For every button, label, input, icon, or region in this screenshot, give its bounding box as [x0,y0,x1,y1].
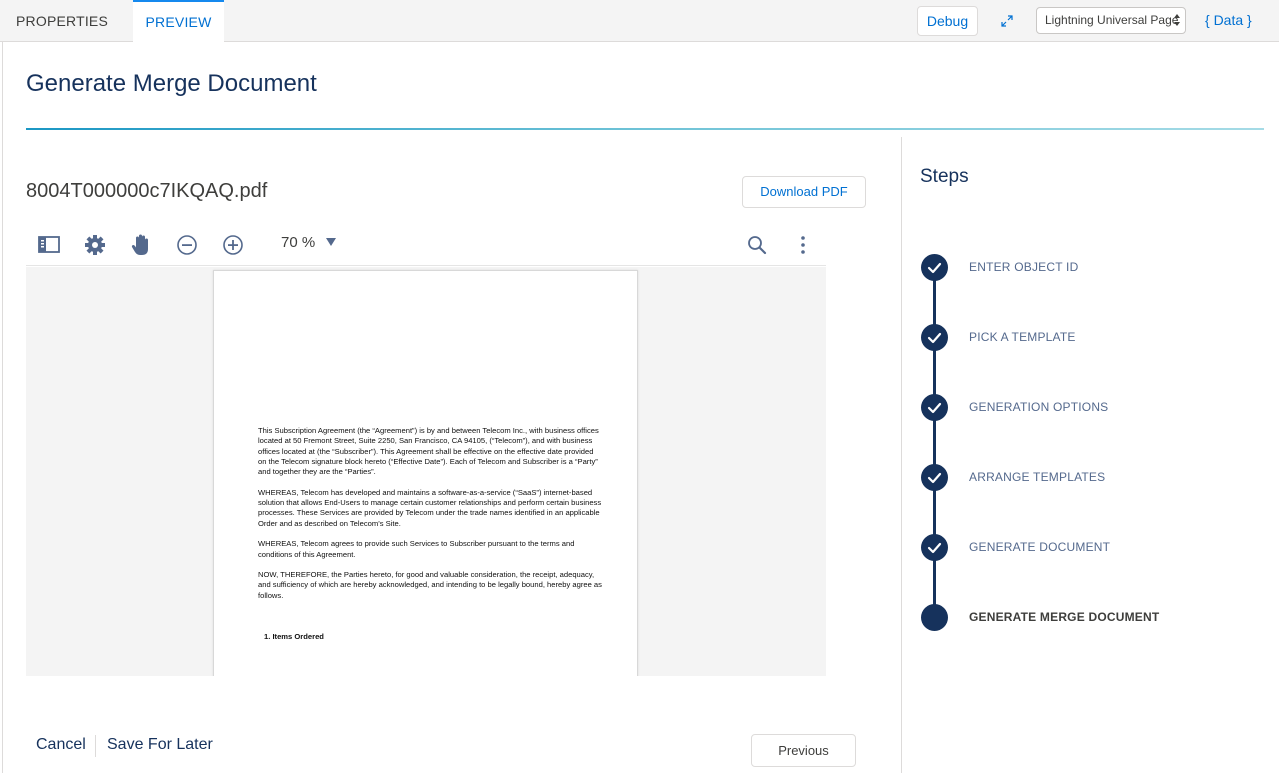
search-icon[interactable] [744,232,770,258]
more-options-icon[interactable] [790,232,816,258]
footer-separator [95,735,96,757]
download-pdf-button[interactable]: Download PDF [742,176,866,208]
step-generate-merge-document[interactable]: GENERATE MERGE DOCUMENT [921,604,1261,632]
check-icon [921,534,948,561]
previous-button[interactable]: Previous [751,734,856,767]
current-step-icon [921,604,948,631]
sidebar-toggle-icon[interactable] [36,232,62,258]
cancel-link[interactable]: Cancel [36,736,86,754]
pdf-paragraph: WHEREAS, Telecom has developed and maint… [258,487,602,528]
tab-preview[interactable]: PREVIEW [133,0,224,43]
pdf-viewer[interactable]: This Subscription Agreement (the “Agreem… [26,267,826,676]
pdf-paragraph: This Subscription Agreement (the “Agreem… [258,426,599,477]
step-label: PICK A TEMPLATE [969,330,1076,344]
step-label: GENERATE MERGE DOCUMENT [969,610,1160,624]
gear-icon[interactable] [82,232,108,258]
pdf-paragraph: WHEREAS, Telecom agrees to provide such … [258,539,575,559]
expand-icon[interactable] [998,12,1016,30]
pdf-section-heading: 1. Items Ordered [264,632,324,641]
steps-progress-line [933,266,936,618]
step-label: GENERATE DOCUMENT [969,540,1111,554]
data-link[interactable]: { Data } [1205,12,1252,28]
builder-topbar: PROPERTIES PREVIEW Debug Lightning Unive… [0,0,1279,43]
title-divider [26,128,1264,130]
step-pick-a-template[interactable]: PICK A TEMPLATE [921,324,1261,352]
document-filename: 8004T000000c7IKQAQ.pdf [26,180,268,202]
check-icon [921,254,948,281]
pdf-page: This Subscription Agreement (the “Agreem… [213,270,638,676]
chevron-down-icon[interactable] [325,237,337,247]
step-generate-document[interactable]: GENERATE DOCUMENT [921,534,1261,562]
steps-title: Steps [920,166,969,187]
pdf-paragraph: NOW, THEREFORE, the Parties hereto, for … [258,570,602,600]
page-type-select-value: Lightning Universal Page [1045,13,1179,27]
zoom-level[interactable]: 70 % [281,234,315,251]
zoom-in-icon[interactable] [220,232,246,258]
page-type-select[interactable]: Lightning Universal Page [1036,7,1186,34]
step-label: ARRANGE TEMPLATES [969,470,1106,484]
step-arrange-templates[interactable]: ARRANGE TEMPLATES [921,464,1261,492]
zoom-out-icon[interactable] [174,232,200,258]
step-enter-object-id[interactable]: ENTER OBJECT ID [921,254,1261,282]
step-label: ENTER OBJECT ID [969,260,1079,274]
check-icon [921,324,948,351]
step-generation-options[interactable]: GENERATION OPTIONS [921,394,1261,422]
save-for-later-link[interactable]: Save For Later [107,736,213,754]
check-icon [921,394,948,421]
select-arrows-icon [1174,14,1180,26]
steps-divider [901,137,902,773]
tab-properties[interactable]: PROPERTIES [16,0,108,42]
page-title: Generate Merge Document [26,70,317,97]
pdf-toolbar: 70 % [26,224,826,266]
step-label: GENERATION OPTIONS [969,400,1109,414]
pan-hand-icon[interactable] [128,232,154,258]
debug-button[interactable]: Debug [917,6,978,36]
pdf-body: This Subscription Agreement (the “Agreem… [258,426,603,611]
check-icon [921,464,948,491]
